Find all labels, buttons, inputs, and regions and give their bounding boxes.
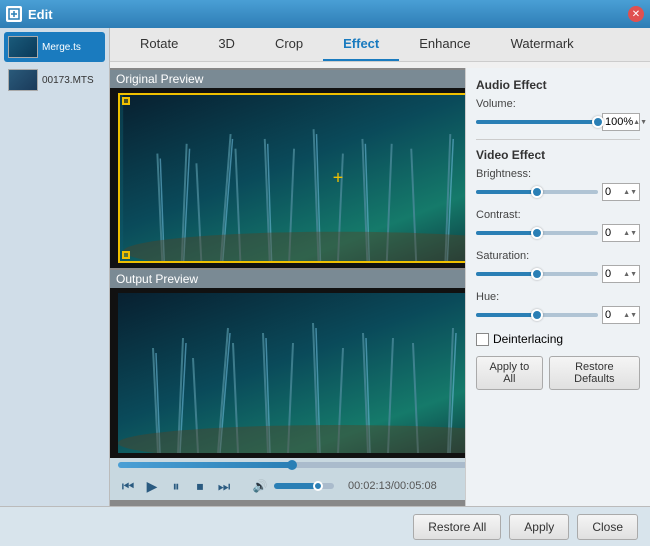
volume-slider-track[interactable]	[476, 120, 598, 124]
deinterlacing-checkbox[interactable]	[476, 333, 489, 346]
hue-spinner[interactable]: ▲▼	[623, 312, 637, 319]
volume-value[interactable]: 100% ▲▼	[602, 113, 640, 131]
audio-effect-label: Audio Effect	[476, 78, 640, 92]
saturation-value-box[interactable]: 0 ▲▼	[602, 265, 640, 283]
contrast-thumb	[531, 227, 543, 239]
hue-fill	[476, 313, 537, 317]
video-effect-label: Video Effect	[476, 148, 640, 162]
tab-crop[interactable]: Crop	[255, 28, 323, 61]
volume-label: Volume:	[476, 98, 640, 110]
pause-button[interactable]: ⏸	[166, 476, 186, 496]
app-icon	[6, 6, 22, 22]
apply-to-all-button[interactable]: Apply to All	[476, 356, 543, 390]
hue-value-box[interactable]: 0 ▲▼	[602, 306, 640, 324]
restore-defaults-button[interactable]: Restore Defaults	[549, 356, 640, 390]
brightness-label: Brightness:	[476, 168, 640, 180]
contrast-value-box[interactable]: 0 ▲▼	[602, 224, 640, 242]
brightness-value-box[interactable]: 0 ▲▼	[602, 183, 640, 201]
saturation-spinner[interactable]: ▲▼	[623, 271, 637, 278]
volume-thumb	[592, 116, 604, 128]
restore-all-button[interactable]: Restore All	[413, 514, 501, 540]
contrast-row: 0 ▲▼	[476, 224, 640, 242]
brightness-fill	[476, 190, 537, 194]
brightness-thumb	[531, 186, 543, 198]
brightness-row: 0 ▲▼	[476, 183, 640, 201]
deinterlacing-row[interactable]: Deinterlacing	[476, 332, 640, 346]
brightness-spinner[interactable]: ▲▼	[623, 189, 637, 196]
close-button[interactable]: Close	[577, 514, 638, 540]
skip-back-button[interactable]: ⏮	[118, 476, 138, 496]
file-list: Merge.ts 00173.MTS	[0, 28, 110, 506]
apply-button[interactable]: Apply	[509, 514, 569, 540]
close-window-button[interactable]: ✕	[628, 6, 644, 22]
file-thumb-merge	[8, 36, 38, 58]
hue-label: Hue:	[476, 291, 640, 303]
contrast-slider[interactable]	[476, 231, 598, 235]
volume-icon: 🔊	[250, 476, 270, 496]
saturation-row: 0 ▲▼	[476, 265, 640, 283]
saturation-label: Saturation:	[476, 250, 640, 262]
file-name-mts: 00173.MTS	[42, 75, 94, 86]
tab-rotate[interactable]: Rotate	[120, 28, 198, 61]
deinterlacing-label: Deinterlacing	[493, 332, 563, 346]
hue-slider[interactable]	[476, 313, 598, 317]
saturation-slider[interactable]	[476, 272, 598, 276]
bottom-bar: Restore All Apply Close	[0, 506, 650, 546]
saturation-fill	[476, 272, 537, 276]
contrast-fill	[476, 231, 537, 235]
tab-watermark[interactable]: Watermark	[491, 28, 594, 61]
window-title: Edit	[28, 7, 53, 22]
crosshair-icon: +	[333, 168, 344, 189]
file-item-mts[interactable]: 00173.MTS	[4, 65, 105, 95]
progress-thumb	[287, 460, 297, 470]
time-display: 00:02:13/00:05:08	[348, 480, 437, 492]
file-name-merge: Merge.ts	[42, 42, 81, 53]
right-panel: Audio Effect Volume: 100% ▲▼ Video Effec…	[465, 68, 650, 506]
progress-fill	[118, 462, 292, 468]
volume-spinner[interactable]: ▲▼	[633, 119, 647, 126]
contrast-label: Contrast:	[476, 209, 640, 221]
contrast-spinner[interactable]: ▲▼	[623, 230, 637, 237]
saturation-thumb	[531, 268, 543, 280]
hue-row: 0 ▲▼	[476, 306, 640, 324]
title-bar: Edit ✕	[0, 0, 650, 28]
apply-restore-row: Apply to All Restore Defaults	[476, 356, 640, 390]
skip-forward-button[interactable]: ⏭	[214, 476, 234, 496]
brightness-slider[interactable]	[476, 190, 598, 194]
tab-enhance[interactable]: Enhance	[399, 28, 490, 61]
volume-fill	[476, 120, 598, 124]
tab-3d[interactable]: 3D	[198, 28, 255, 61]
volume-row: 100% ▲▼	[476, 113, 640, 131]
volume-slider[interactable]	[274, 483, 334, 489]
tab-effect[interactable]: Effect	[323, 28, 399, 61]
file-thumb-mts	[8, 69, 38, 91]
stop-button[interactable]: ⏹	[190, 476, 210, 496]
play-button[interactable]: ▶	[142, 476, 162, 496]
hue-thumb	[531, 309, 543, 321]
file-item-merge[interactable]: Merge.ts	[4, 32, 105, 62]
